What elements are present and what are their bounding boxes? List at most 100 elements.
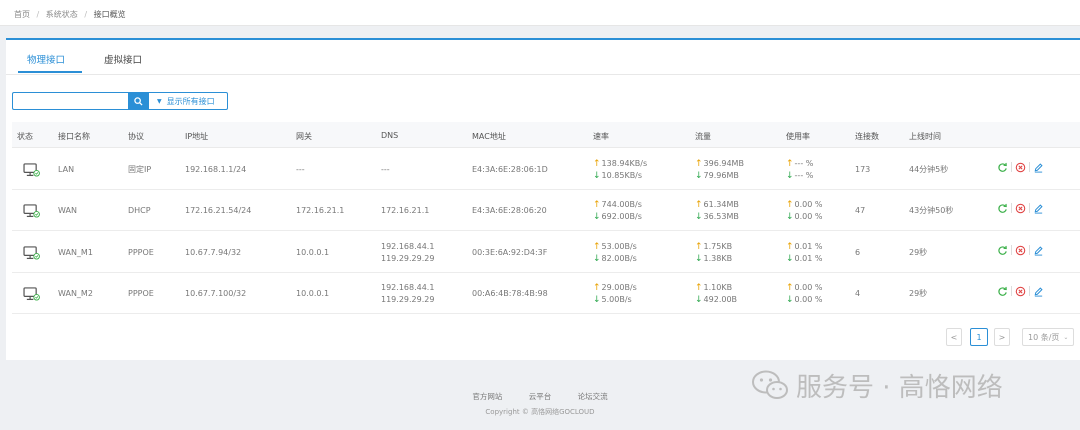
cell-value: 0.01 % — [794, 242, 823, 251]
arrow-down-icon: ↓ — [786, 171, 794, 181]
footer-link-forum[interactable]: 论坛交流 — [578, 392, 608, 401]
cell-rate-up: ↑744.00B/s — [593, 199, 642, 211]
arrow-up-icon: ↑ — [786, 159, 794, 169]
arrow-up-icon: ↑ — [593, 283, 601, 293]
action-divider — [1011, 203, 1012, 213]
breadcrumb-current: 接口概览 — [93, 10, 126, 19]
watermark-text: 服务号 · 高恪网络 — [796, 372, 1003, 403]
breadcrumb-home[interactable]: 首页 — [14, 10, 30, 19]
cell-usage-up: ↑--- % — [786, 158, 813, 170]
edit-icon[interactable] — [1033, 162, 1044, 173]
col-online-time: 上线时间 — [909, 132, 941, 141]
cell-ip: 10.67.7.100/32 — [185, 289, 247, 298]
stop-icon[interactable] — [1015, 162, 1026, 173]
arrow-up-icon: ↑ — [786, 283, 794, 293]
page-size-label: 10 条/页 — [1028, 332, 1060, 342]
cell-value: 0.00 % — [794, 200, 823, 209]
stop-icon[interactable] — [1015, 286, 1026, 297]
cell-gateway: --- — [296, 165, 305, 174]
cell-mac: 00:A6:4B:78:4B:98 — [472, 289, 548, 298]
arrow-up-icon: ↑ — [593, 242, 601, 252]
cell-gateway: 10.0.0.1 — [296, 248, 330, 257]
cell-value: 744.00B/s — [601, 200, 642, 209]
edit-icon[interactable] — [1033, 245, 1044, 256]
cell-online-time: 44分钟5秒 — [909, 165, 949, 174]
cell-value: 53.00B/s — [601, 242, 637, 251]
cell-name: LAN — [58, 165, 75, 174]
arrow-down-icon: ↓ — [593, 171, 601, 181]
col-mac: MAC地址 — [472, 132, 506, 141]
cell-dns-secondary: 119.29.29.29 — [381, 254, 435, 263]
page-size-select[interactable]: 10 条/页 ⌄ — [1022, 328, 1074, 346]
cell-usage-up: ↑0.00 % — [786, 199, 823, 211]
table-row: WAN_M1 PPPOE 10.67.7.94/32 10.0.0.1 00:3E:6A… — [12, 232, 1080, 273]
refresh-icon[interactable] — [997, 286, 1008, 297]
stop-icon[interactable] — [1015, 203, 1026, 214]
action-divider — [1011, 286, 1012, 296]
cell-value: 10.85KB/s — [601, 171, 643, 180]
edit-icon[interactable] — [1033, 203, 1044, 214]
refresh-icon[interactable] — [997, 245, 1008, 256]
search-button[interactable] — [128, 92, 148, 110]
stop-icon[interactable] — [1015, 245, 1026, 256]
col-protocol: 协议 — [128, 132, 144, 141]
cell-value: 61.34MB — [703, 200, 739, 209]
cell-traffic-up: ↑396.94MB — [695, 158, 744, 170]
cell-value: 138.94KB/s — [601, 159, 648, 168]
monitor-connected-icon — [23, 204, 40, 218]
arrow-down-icon: ↓ — [593, 212, 601, 222]
breadcrumb-separator: / — [36, 10, 40, 19]
cell-traffic-down: ↓79.96MB — [695, 170, 739, 182]
refresh-icon[interactable] — [997, 162, 1008, 173]
cell-connections: 6 — [855, 248, 861, 257]
cell-dns-primary: 172.16.21.1 — [381, 206, 430, 215]
cell-gateway: 172.16.21.1 — [296, 206, 345, 215]
col-rate: 速率 — [593, 132, 609, 141]
col-name: 接口名称 — [58, 132, 90, 141]
cell-usage-up: ↑0.01 % — [786, 241, 823, 253]
cell-traffic-up: ↑1.10KB — [695, 282, 732, 294]
cell-name: WAN_M1 — [58, 248, 93, 257]
edit-icon[interactable] — [1033, 286, 1044, 297]
cell-protocol: 固定IP — [128, 165, 152, 174]
cell-value: 29.00B/s — [601, 283, 637, 292]
cell-dns-secondary: 119.29.29.29 — [381, 295, 435, 304]
footer-link-official-site[interactable]: 官方网站 — [472, 392, 502, 401]
cell-value: 396.94MB — [703, 159, 744, 168]
col-usage: 使用率 — [786, 132, 810, 141]
refresh-icon[interactable] — [997, 203, 1008, 214]
cell-traffic-up: ↑1.75KB — [695, 241, 732, 253]
pagination-page-1[interactable]: 1 — [970, 328, 988, 346]
action-divider — [1029, 245, 1030, 255]
copyright-text: Copyright © 高恪网络GOCLOUD — [485, 408, 595, 416]
arrow-up-icon: ↑ — [786, 242, 794, 252]
cell-online-time: 29秒 — [909, 248, 928, 257]
cell-mac: E4:3A:6E:28:06:20 — [472, 206, 547, 215]
show-all-interfaces-button[interactable]: ▼ 显示所有接口 — [148, 92, 228, 110]
tab-virtual-interfaces[interactable]: 虚拟接口 — [104, 52, 142, 66]
cell-usage-down: ↓--- % — [786, 170, 813, 182]
cell-ip: 10.67.7.94/32 — [185, 248, 242, 257]
pagination-prev-button[interactable]: < — [946, 328, 962, 346]
arrow-down-icon: ↓ — [593, 295, 601, 305]
tab-physical-interfaces[interactable]: 物理接口 — [27, 52, 65, 66]
cell-dns-primary: --- — [381, 165, 390, 174]
monitor-connected-icon — [23, 246, 40, 260]
action-divider — [1029, 162, 1030, 172]
breadcrumb: 首页 / 系统状态 / 接口概览 — [0, 0, 1080, 26]
search-input[interactable] — [12, 92, 128, 110]
cell-value: 82.00B/s — [601, 254, 637, 263]
breadcrumb-section[interactable]: 系统状态 — [46, 10, 78, 19]
footer-link-cloud-platform[interactable]: 云平台 — [529, 392, 552, 401]
cell-rate-down: ↓5.00B/s — [593, 294, 632, 306]
cell-usage-down: ↓0.00 % — [786, 211, 823, 223]
cell-rate-up: ↑53.00B/s — [593, 241, 637, 253]
cell-value: 1.10KB — [703, 283, 733, 292]
col-connections: 连接数 — [855, 132, 879, 141]
action-divider — [1029, 203, 1030, 213]
col-dns: DNS — [381, 131, 399, 140]
pagination-next-button[interactable]: > — [994, 328, 1010, 346]
filter-label: 显示所有接口 — [166, 96, 215, 106]
cell-rate-up: ↑138.94KB/s — [593, 158, 647, 170]
cell-rate-down: ↓692.00B/s — [593, 211, 642, 223]
